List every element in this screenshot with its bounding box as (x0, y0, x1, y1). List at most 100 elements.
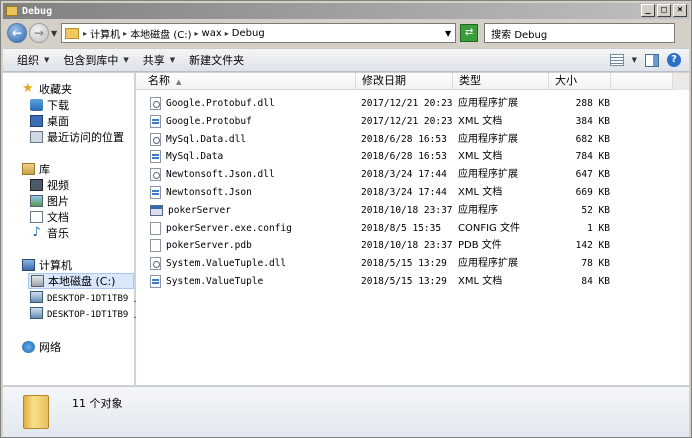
nav-item-music[interactable]: ♪ 音乐 (30, 225, 69, 241)
dll-file-icon (150, 132, 161, 146)
nav-computer-label: 计算机 (39, 259, 72, 272)
music-icon: ♪ (32, 225, 41, 240)
column-header-row: 名称 ▲ 修改日期 类型 大小 (136, 73, 689, 90)
chevron-right-icon[interactable]: ▸ (225, 29, 229, 38)
file-size: 142 KB (575, 240, 610, 252)
file-name-cell: System.ValueTuple.dll (150, 255, 286, 272)
title-bar[interactable]: Debug _ □ × (3, 3, 689, 19)
breadcrumb-wax[interactable]: wax (202, 28, 222, 39)
file-size: 52 KB (581, 204, 610, 216)
file-date: 2018/10/18 23:37 (361, 204, 453, 216)
file-row[interactable]: System.ValueTuple 2018/5/15 13:29 XML 文档 84… (136, 273, 689, 290)
breadcrumb-debug[interactable]: Debug (232, 28, 265, 39)
nav-item-desktop[interactable]: 桌面 (30, 113, 69, 129)
nav-item-pictures[interactable]: 图片 (30, 193, 69, 209)
file-row[interactable]: pokerServer 2018/10/18 23:37 应用程序 52 KB (136, 202, 689, 219)
nav-item-recent-places[interactable]: 最近访问的位置 (30, 129, 124, 145)
file-row[interactable]: pokerServer.exe.config 2018/8/5 15:35 CONF… (136, 220, 689, 237)
file-name: pokerServer.pdb (166, 240, 252, 252)
sort-ascending-icon: ▲ (176, 78, 182, 86)
close-button[interactable]: × (673, 4, 687, 17)
address-bar[interactable]: ▸ 计算机 ▸ 本地磁盘 (C:) ▸ wax ▸ Debug ▼ (61, 23, 457, 43)
column-header-size[interactable]: 大小 (549, 73, 611, 90)
file-type: XML 文档 (458, 276, 503, 287)
file-size: 288 KB (575, 98, 610, 109)
file-date: 2018/10/18 23:37 (361, 240, 453, 252)
nav-item-label: 下载 (47, 99, 69, 112)
desktop-icon (30, 115, 43, 127)
column-header-name[interactable]: 名称 ▲ (142, 73, 356, 90)
chevron-right-icon[interactable]: ▸ (123, 29, 127, 38)
file-row[interactable]: pokerServer.pdb 2018/10/18 23:37 PDB 文件 142… (136, 237, 689, 254)
nav-item-label: 图片 (47, 195, 69, 208)
nav-network[interactable]: 网络 (22, 339, 61, 355)
chevron-down-icon: ▼ (123, 56, 129, 64)
file-type: PDB 文件 (458, 240, 502, 252)
download-icon (30, 99, 43, 111)
nav-item-videos[interactable]: 视频 (30, 177, 69, 193)
file-row[interactable]: Google.Protobuf 2017/12/21 20:23 XML 文档 384… (136, 113, 689, 130)
nav-item-documents[interactable]: 文档 (30, 209, 69, 225)
maximize-button[interactable]: □ (657, 4, 671, 17)
chevron-right-icon[interactable]: ▸ (195, 29, 199, 38)
command-bar: 组织 ▼ 包含到库中 ▼ 共享 ▼ 新建文件夹 ▼ ? (3, 48, 689, 72)
chevron-right-icon[interactable]: ▸ (83, 29, 87, 38)
file-file-icon (150, 239, 161, 253)
file-date: 2018/5/15 13:29 (361, 258, 447, 270)
refresh-button[interactable]: ⇄ (460, 24, 479, 42)
nav-favorites[interactable]: ★ 收藏夹 (22, 81, 72, 97)
back-button[interactable]: ← (7, 23, 27, 43)
search-input[interactable]: 搜索 Debug (484, 23, 676, 43)
new-folder-button[interactable]: 新建文件夹 (189, 52, 244, 68)
chevron-down-icon[interactable]: ▼ (632, 56, 637, 64)
file-date: 2018/5/15 13:29 (361, 276, 447, 287)
column-header-date[interactable]: 修改日期 (356, 73, 453, 90)
breadcrumb-local-disk[interactable]: 本地磁盘 (C:) (130, 26, 191, 41)
nav-computer[interactable]: 计算机 (22, 257, 72, 273)
nav-item-network-drive-2[interactable]: DESKTOP-1DT1TB9 上 (30, 305, 143, 321)
file-name-cell: Google.Protobuf.dll (150, 95, 275, 112)
file-type: XML 文档 (458, 115, 503, 127)
file-list: 名称 ▲ 修改日期 类型 大小 Google.Protobuf.dll 2017/1… (136, 73, 689, 385)
breadcrumb-computer[interactable]: 计算机 (90, 26, 120, 41)
file-size: 78 KB (581, 258, 610, 270)
nav-item-local-disk[interactable]: 本地磁盘 (C:) (28, 273, 134, 289)
forward-button[interactable]: → (29, 23, 49, 43)
help-icon[interactable]: ? (667, 53, 681, 67)
view-controls: ▼ ? (609, 53, 681, 67)
file-date: 2018/6/28 16:53 (361, 133, 447, 145)
file-row[interactable]: Google.Protobuf.dll 2017/12/21 20:23 应用程序扩… (136, 95, 689, 112)
file-date: 2018/8/5 15:35 (361, 222, 442, 234)
file-row[interactable]: Newtonsoft.Json.dll 2018/3/24 17:44 应用程序扩展… (136, 166, 689, 183)
file-file-icon (150, 221, 161, 235)
nav-libraries[interactable]: 库 (22, 161, 50, 177)
file-row[interactable]: Newtonsoft.Json 2018/3/24 17:44 XML 文档 669 … (136, 184, 689, 201)
pictures-icon (30, 195, 43, 207)
file-row[interactable]: MySql.Data 2018/6/28 16:53 XML 文档 784 KB (136, 148, 689, 165)
chevron-down-icon[interactable]: ▼ (445, 29, 451, 38)
item-count: 11 个对象 (72, 397, 123, 410)
nav-item-network-drive-1[interactable]: DESKTOP-1DT1TB9 上 (30, 289, 143, 305)
column-header-type[interactable]: 类型 (453, 73, 549, 90)
minimize-button[interactable]: _ (641, 4, 655, 17)
file-date: 2017/12/21 20:23 (361, 98, 453, 109)
share-button[interactable]: 共享 ▼ (143, 52, 175, 68)
recent-pages-dropdown[interactable]: ▼ (51, 29, 57, 38)
file-type: XML 文档 (458, 187, 503, 198)
file-name: MySql.Data (166, 151, 224, 163)
file-row[interactable]: MySql.Data.dll 2018/6/28 16:53 应用程序扩展 682 K… (136, 131, 689, 148)
file-type: 应用程序扩展 (458, 169, 518, 181)
preview-pane-icon[interactable] (645, 53, 659, 67)
nav-item-label: 桌面 (47, 115, 69, 128)
organize-button[interactable]: 组织 ▼ (17, 52, 49, 68)
include-in-library-button[interactable]: 包含到库中 ▼ (63, 52, 128, 68)
nav-item-downloads[interactable]: 下载 (30, 97, 69, 113)
new-folder-label: 新建文件夹 (189, 54, 245, 67)
file-row[interactable]: System.ValueTuple.dll 2018/5/15 13:29 应用程序… (136, 255, 689, 272)
nav-favorites-label: 收藏夹 (39, 83, 72, 96)
address-row: ← → ▼ ▸ 计算机 ▸ 本地磁盘 (C:) ▸ wax ▸ Debug ▼ … (3, 21, 689, 45)
network-icon (22, 341, 35, 353)
file-size: 384 KB (575, 115, 610, 127)
view-options-icon[interactable] (609, 54, 624, 66)
organize-label: 组织 (17, 54, 39, 67)
